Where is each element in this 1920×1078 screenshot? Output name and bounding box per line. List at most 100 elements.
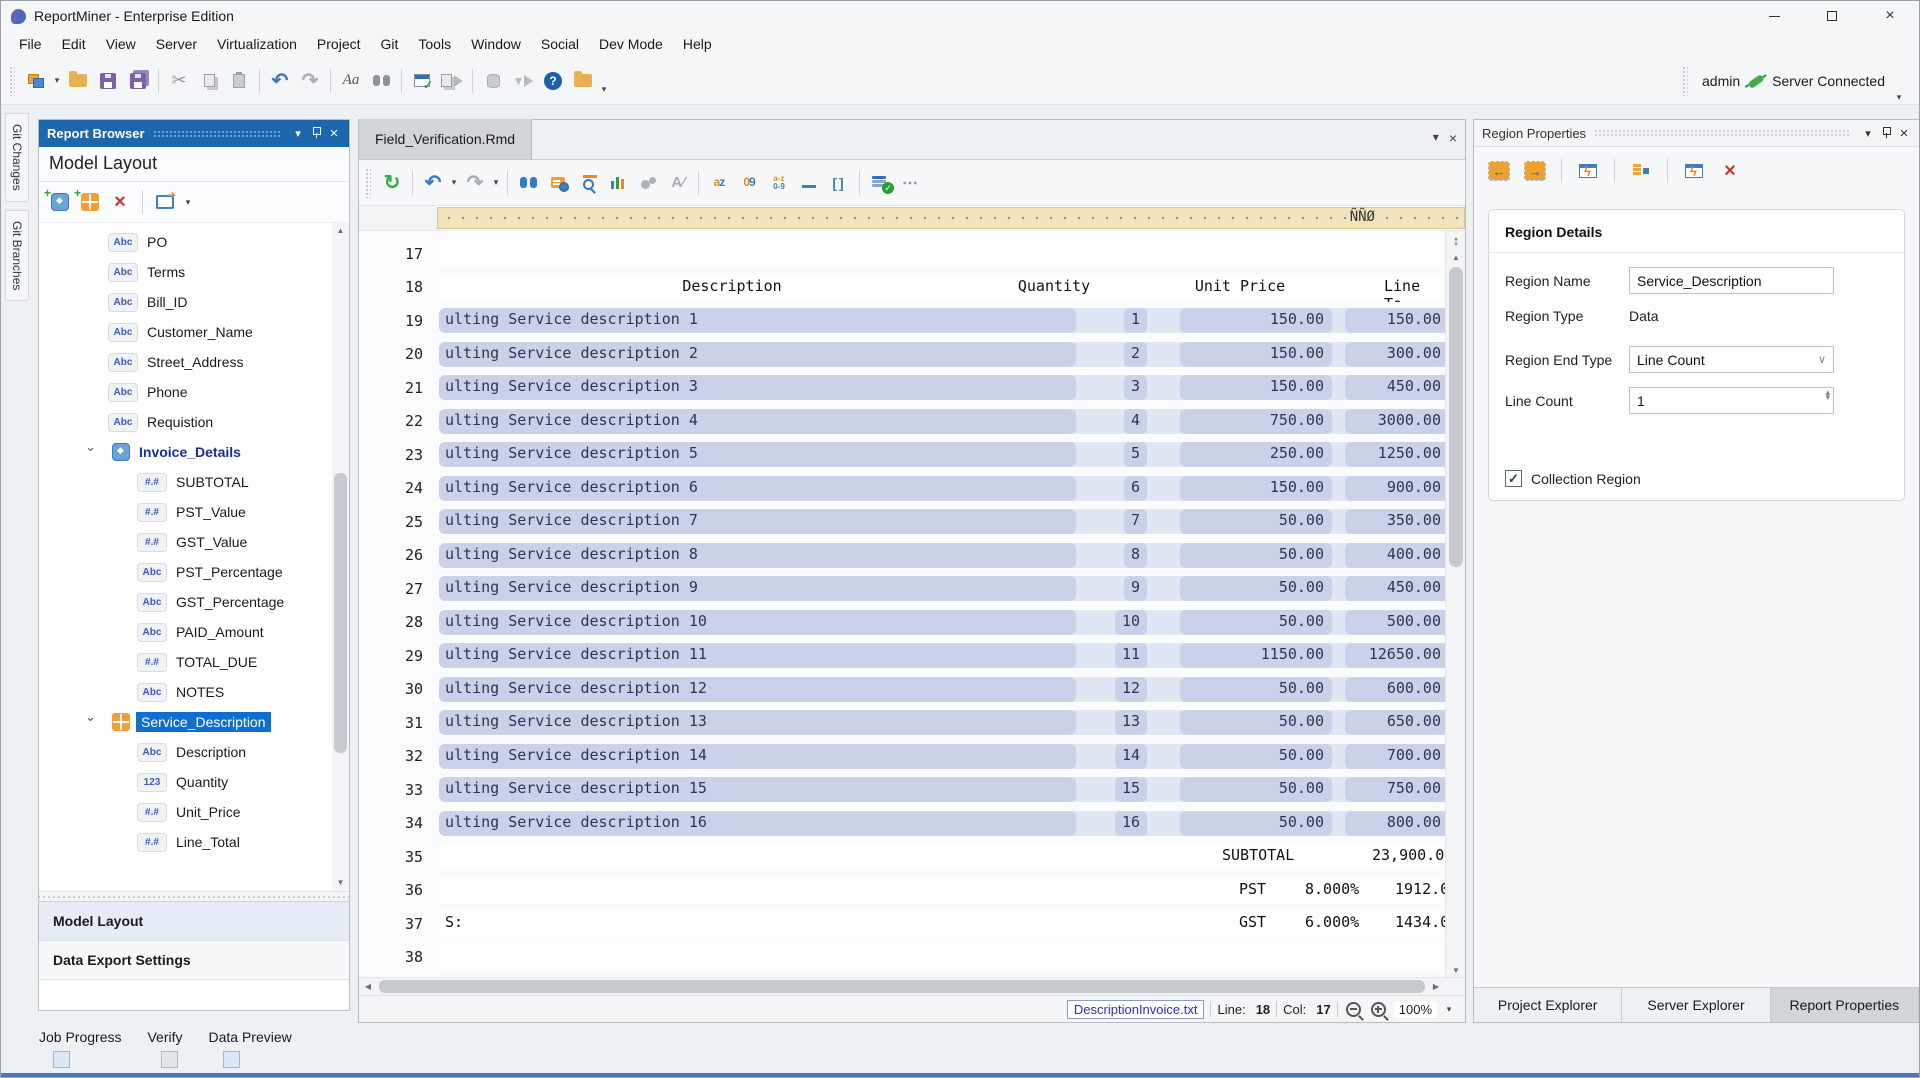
grid-row-20[interactable]: 20ulting Service description 22150.00300…	[359, 338, 1445, 372]
overflow-icon[interactable]: ▾	[598, 84, 610, 95]
redo-icon[interactable]: ↷	[296, 67, 324, 95]
menu-view[interactable]: View	[96, 33, 146, 55]
export-icon[interactable]	[152, 190, 178, 214]
auto-gears-icon[interactable]	[634, 169, 662, 197]
document-tab[interactable]: Field_Verification.Rmd	[359, 119, 532, 159]
pin-icon[interactable]	[307, 126, 325, 141]
tree-item-invoice_details[interactable]: ⌄Invoice_Details	[39, 437, 349, 467]
grid-row-31[interactable]: 31ulting Service description 131350.0065…	[359, 706, 1445, 740]
grid-row-37[interactable]: 37S:GST6.000%1434.00	[359, 907, 1445, 941]
report-grid[interactable]: 1718DescriptionQuantityUnit PriceLine To…	[359, 231, 1465, 977]
toolbar-overflow-icon[interactable]: ▾	[1893, 92, 1905, 103]
nav-left-icon[interactable]: ←	[1485, 157, 1513, 185]
tree-item-street_address[interactable]: AbcStreet_Address	[39, 347, 349, 377]
redo-icon[interactable]: ↷	[461, 169, 489, 197]
tree-item-subtotal[interactable]: #.#SUBTOTAL	[39, 467, 349, 497]
delete-icon[interactable]: ×	[107, 190, 133, 214]
split-handle-icon[interactable]: ↕	[1446, 233, 1465, 248]
tree-item-customer_name[interactable]: AbcCustomer_Name	[39, 317, 349, 347]
grid-row-21[interactable]: 21ulting Service description 33150.00450…	[359, 371, 1445, 405]
window-check-icon[interactable]	[408, 67, 436, 95]
open-icon[interactable]	[64, 67, 92, 95]
tree-item-pst_percentage[interactable]: AbcPST_Percentage	[39, 557, 349, 587]
tab-group-menu-icon[interactable]: ▾	[1433, 130, 1439, 146]
win-bolt2-icon[interactable]	[1680, 157, 1708, 185]
delete-red-icon[interactable]: ×	[1716, 157, 1744, 185]
menu-project[interactable]: Project	[307, 33, 371, 55]
tree-item-service_description[interactable]: ⌄Service_Description	[39, 707, 349, 737]
add-field-icon[interactable]: +	[47, 190, 73, 214]
grid-row-23[interactable]: 23ulting Service description 55250.00125…	[359, 438, 1445, 472]
tree-item-paid_amount[interactable]: AbcPAID_Amount	[39, 617, 349, 647]
close-icon[interactable]: ×	[1895, 125, 1913, 142]
horizontal-scrollbar[interactable]: ◀ ▶	[359, 977, 1465, 995]
menu-dev-mode[interactable]: Dev Mode	[589, 33, 673, 55]
tree-item-unit_price[interactable]: #.#Unit_Price	[39, 797, 349, 827]
tree-item-gst_percentage[interactable]: AbcGST_Percentage	[39, 587, 349, 617]
grid-row-18[interactable]: 18DescriptionQuantityUnit PriceLine To	[359, 271, 1445, 305]
menu-file[interactable]: File	[9, 33, 52, 55]
tree-item-line_total[interactable]: #.#Line_Total	[39, 827, 349, 857]
field-cols-icon[interactable]	[1627, 157, 1655, 185]
brackets-icon[interactable]: []	[825, 169, 853, 197]
zoom-out-icon[interactable]	[1346, 1002, 1361, 1017]
grid-row-38[interactable]: 38	[359, 941, 1445, 975]
scroll-down-icon[interactable]: ▼	[1446, 966, 1465, 975]
region-name-input[interactable]	[1629, 267, 1834, 294]
spin-down-icon[interactable]: ▾	[1825, 395, 1830, 400]
grid-row-28[interactable]: 28ulting Service description 101050.0050…	[359, 606, 1445, 640]
grid-row-26[interactable]: 26ulting Service description 8850.00400.…	[359, 539, 1445, 573]
zoom-menu-icon[interactable]: ▾	[1443, 1004, 1455, 1015]
grid-row-24[interactable]: 24ulting Service description 66150.00900…	[359, 472, 1445, 506]
grid-row-19[interactable]: 19ulting Service description 11150.00150…	[359, 304, 1445, 338]
grid-row-25[interactable]: 25ulting Service description 7750.00350.…	[359, 505, 1445, 539]
chevron-expanded-icon[interactable]: ⌄	[85, 439, 96, 455]
refresh-icon[interactable]: ↻	[378, 169, 406, 197]
zoom-level[interactable]: 100%	[1394, 1001, 1437, 1018]
sort-az-icon[interactable]: az	[705, 169, 733, 197]
close-button[interactable]: ×	[1861, 1, 1919, 31]
scrollbar-thumb[interactable]	[334, 473, 347, 753]
caret-icon[interactable]: ▾	[51, 75, 63, 86]
grid-row-33[interactable]: 33ulting Service description 151550.0075…	[359, 773, 1445, 807]
add-region-icon[interactable]: +	[77, 190, 103, 214]
database-icon[interactable]	[479, 67, 507, 95]
grid-row-17[interactable]: 17	[359, 237, 1445, 271]
zoom-in-icon[interactable]	[1371, 1002, 1386, 1017]
auto-name-icon[interactable]: A⁄	[664, 169, 692, 197]
menu-server[interactable]: Server	[146, 33, 207, 55]
maximize-button[interactable]	[1803, 1, 1861, 31]
tree-item-description[interactable]: AbcDescription	[39, 737, 349, 767]
grid-row-27[interactable]: 27ulting Service description 9950.00450.…	[359, 572, 1445, 606]
grid-row-22[interactable]: 22ulting Service description 44750.00300…	[359, 405, 1445, 439]
scroll-left-icon[interactable]: ◀	[359, 978, 377, 996]
more-icon[interactable]: ⋯	[896, 169, 924, 197]
cut-icon[interactable]: ✂	[165, 67, 193, 95]
caret-icon[interactable]: ▾	[448, 177, 460, 188]
grid-row-34[interactable]: 34ulting Service description 161650.0080…	[359, 807, 1445, 841]
scrollbar-thumb[interactable]	[379, 980, 1425, 993]
panel-menu-icon[interactable]: ▾	[1859, 127, 1877, 140]
rail-tab-git-branches[interactable]: Git Branches	[5, 210, 29, 301]
menu-social[interactable]: Social	[531, 33, 589, 55]
close-icon[interactable]: ×	[325, 125, 343, 142]
help-icon[interactable]: ?	[539, 67, 567, 95]
nav-right-icon[interactable]: →	[1521, 157, 1549, 185]
panel-splitter[interactable]	[39, 891, 349, 901]
menu-git[interactable]: Git	[371, 33, 409, 55]
vertical-scrollbar[interactable]: ↕ ▲ ▼	[1445, 231, 1465, 977]
pattern-config-icon[interactable]	[544, 169, 572, 197]
copy-icon[interactable]	[195, 67, 223, 95]
scroll-right-icon[interactable]: ▶	[1427, 978, 1445, 996]
sort-09-icon[interactable]: 09	[735, 169, 763, 197]
scroll-up-icon[interactable]: ▲	[1446, 253, 1465, 262]
explorer-tab-report-properties[interactable]: Report Properties	[1771, 988, 1919, 1022]
paste-icon[interactable]	[225, 67, 253, 95]
undo-icon[interactable]: ↶	[266, 67, 294, 95]
grid-row-29[interactable]: 29ulting Service description 11111150.00…	[359, 639, 1445, 673]
tab-close-icon[interactable]: ×	[1449, 130, 1457, 146]
view-tab-data-export-settings[interactable]: Data Export Settings	[39, 941, 349, 980]
tree-scrollbar[interactable]: ▲ ▼	[332, 223, 349, 891]
bottom-tab-verify[interactable]: Verify	[147, 1029, 182, 1045]
undo-icon[interactable]: ↶	[419, 169, 447, 197]
